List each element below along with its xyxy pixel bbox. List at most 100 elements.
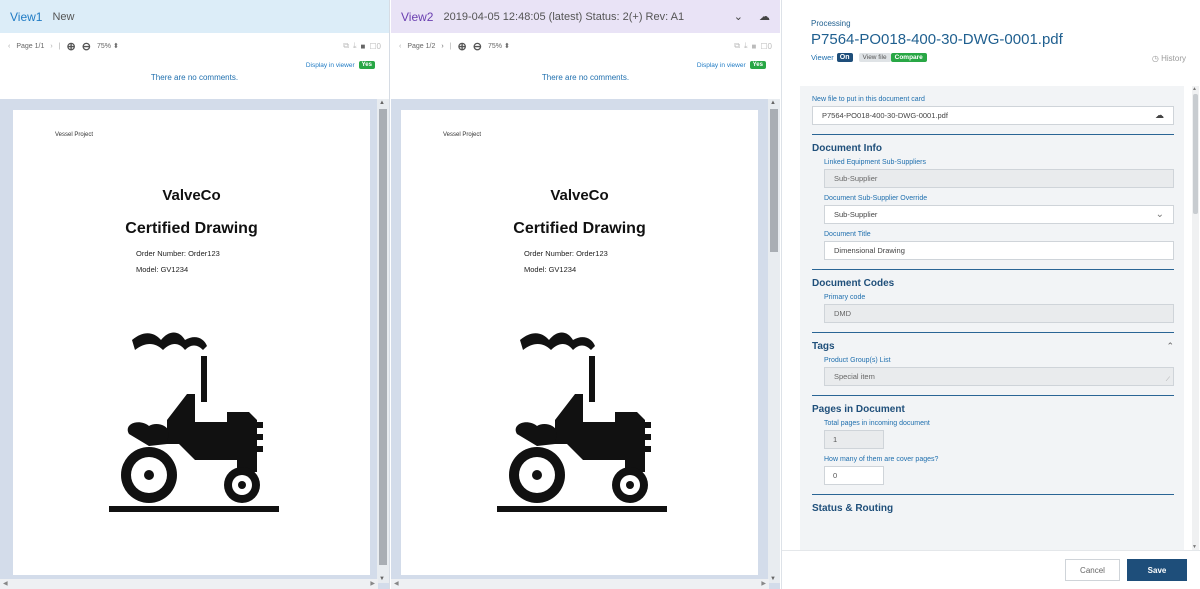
scroll-right-icon[interactable]: ▶	[761, 580, 766, 587]
total-pages-field: 1	[824, 430, 884, 449]
viewer-pane-1: View1 New ‹ Page 1/1 › | ⊕ ⊖ 75% ⬍ ⧉ ⤓ ■…	[0, 0, 390, 589]
zoom-in-icon[interactable]: ⊕	[67, 40, 76, 53]
primary-code-value: DMD	[834, 309, 852, 318]
document-filename: P7564-PO018-400-30-DWG-0001.pdf	[811, 31, 1063, 48]
scroll-up-icon[interactable]: ▲	[1192, 86, 1197, 92]
scrollbar-thumb[interactable]	[1193, 94, 1198, 214]
product-groups-value: Special item	[834, 372, 875, 381]
history-link[interactable]: ◷ History	[1152, 54, 1186, 63]
scroll-down-icon[interactable]: ▼	[770, 576, 776, 582]
form-vertical-scrollbar[interactable]: ▲ ▼	[1192, 86, 1199, 550]
display-in-viewer-label: Display in viewer	[696, 61, 746, 69]
view2-horizontal-scrollbar[interactable]: ◀ ▶	[391, 579, 769, 589]
view2-display-in-viewer: Display in viewer Yes	[391, 59, 780, 71]
document-title-label: Document Title	[824, 231, 871, 238]
section-divider	[812, 494, 1174, 495]
view1-title[interactable]: View1	[10, 10, 42, 24]
section-pages: Pages in Document	[812, 404, 905, 415]
tractor-icon	[109, 332, 279, 512]
view2-version-meta: 2019-04-05 12:48:05 (latest) Status: 2(+…	[443, 10, 685, 23]
scroll-up-icon[interactable]: ▲	[770, 100, 776, 106]
sub-supplier-override-select[interactable]: Sub-Supplier ⌄	[824, 205, 1174, 224]
linked-sub-suppliers-value: Sub-Supplier	[834, 174, 878, 183]
doc-heading: Certified Drawing	[513, 220, 646, 237]
view1-comments-empty: There are no comments.	[150, 73, 239, 82]
download-icon[interactable]: ⤓	[744, 41, 748, 51]
view1-vertical-scrollbar[interactable]: ▲ ▼	[377, 99, 389, 583]
scrollbar-thumb[interactable]	[379, 109, 387, 565]
chevron-up-icon[interactable]: ⌃	[1166, 341, 1174, 352]
prev-page-icon[interactable]: ‹	[8, 43, 10, 50]
view1-toolbar-actions: ⧉ ⤓ ■ ☐0	[339, 41, 381, 51]
sub-supplier-override-value: Sub-Supplier	[834, 210, 878, 219]
panel-header: Processing P7564-PO018-400-30-DWG-0001.p…	[782, 0, 1200, 77]
viewer-on-toggle[interactable]: On	[836, 53, 853, 62]
scroll-left-icon[interactable]: ◀	[394, 580, 399, 587]
view1-header: View1 New	[0, 0, 389, 33]
document-title-value: Dimensional Drawing	[834, 246, 905, 255]
display-in-viewer-label: Display in viewer	[305, 61, 355, 69]
cloud-upload-icon[interactable]: ☁	[1155, 110, 1164, 121]
view2-toolbar: ‹ Page 1/2 › | ⊕ ⊖ 75% ⬍ ⧉ ⤓ ■ ☐0	[391, 33, 780, 59]
cover-pages-value: 0	[833, 471, 838, 480]
zoom-out-icon[interactable]: ⊖	[82, 40, 91, 53]
view2-title[interactable]: View2	[401, 10, 433, 24]
section-divider	[812, 269, 1174, 270]
next-page-icon[interactable]: ›	[50, 43, 52, 50]
section-divider	[812, 134, 1174, 135]
doc-project-name: Vessel Project	[443, 132, 482, 138]
new-file-input[interactable]: P7564-PO018-400-30-DWG-0001.pdf ☁	[812, 106, 1174, 125]
document-title-input[interactable]: Dimensional Drawing	[824, 241, 1174, 260]
prev-page-icon[interactable]: ‹	[399, 43, 401, 50]
display-in-viewer-toggle[interactable]: Yes	[358, 61, 375, 69]
doc-order-number: Order Number: Order123	[136, 249, 220, 258]
doc-order-number: Order Number: Order123	[524, 249, 608, 258]
chevron-down-icon[interactable]: ⌄	[1156, 209, 1164, 220]
document-card-panel: Processing P7564-PO018-400-30-DWG-0001.p…	[781, 0, 1200, 589]
zoom-level-select[interactable]: 75% ⬍	[97, 42, 119, 50]
section-document-info: Document Info	[812, 143, 882, 154]
comment-count-icon[interactable]: ☐0	[369, 42, 381, 51]
scrollbar-thumb[interactable]	[770, 109, 778, 252]
stamp-icon[interactable]: ■	[361, 42, 366, 51]
linked-sub-suppliers-label: Linked Equipment Sub-Suppliers	[824, 159, 926, 166]
copy-icon[interactable]: ⧉	[343, 41, 349, 51]
tractor-icon	[497, 332, 667, 512]
section-tags: Tags ⌃	[812, 341, 1174, 352]
scroll-down-icon[interactable]: ▼	[379, 576, 385, 582]
toolbar-separator: |	[449, 42, 452, 50]
product-groups-field[interactable]: Special item ⟋	[824, 367, 1174, 386]
total-pages-label: Total pages in incoming document	[824, 420, 930, 427]
next-page-icon[interactable]: ›	[441, 43, 443, 50]
product-groups-label: Product Group(s) List	[824, 357, 891, 364]
cloud-upload-icon[interactable]: ☁	[759, 10, 770, 23]
new-file-label: New file to put in this document card	[812, 96, 925, 103]
zoom-level-select[interactable]: 75% ⬍	[488, 42, 510, 50]
scroll-right-icon[interactable]: ▶	[370, 580, 375, 587]
zoom-in-icon[interactable]: ⊕	[458, 40, 467, 53]
scroll-up-icon[interactable]: ▲	[379, 100, 385, 106]
cover-pages-input[interactable]: 0	[824, 466, 884, 485]
chevron-down-icon[interactable]: ⌄	[734, 10, 743, 23]
resize-grip-icon[interactable]: ⟋	[1166, 377, 1170, 384]
view2-toolbar-actions: ⧉ ⤓ ■ ☐0	[730, 41, 772, 51]
stamp-icon[interactable]: ■	[752, 42, 757, 51]
app-root: View1 New ‹ Page 1/1 › | ⊕ ⊖ 75% ⬍ ⧉ ⤓ ■…	[0, 0, 1200, 589]
total-pages-value: 1	[833, 435, 838, 444]
comment-count-icon[interactable]: ☐0	[760, 42, 772, 51]
cancel-button[interactable]: Cancel	[1065, 559, 1120, 581]
download-icon[interactable]: ⤓	[353, 41, 357, 51]
save-button[interactable]: Save	[1127, 559, 1187, 581]
scroll-left-icon[interactable]: ◀	[3, 580, 8, 587]
view1-horizontal-scrollbar[interactable]: ◀ ▶	[0, 579, 378, 589]
view-file-button[interactable]: View file	[858, 53, 891, 62]
primary-code-field: DMD	[824, 304, 1174, 323]
view2-vertical-scrollbar[interactable]: ▲ ▼	[768, 99, 780, 583]
compare-button[interactable]: Compare	[890, 53, 927, 62]
display-in-viewer-toggle[interactable]: Yes	[749, 61, 766, 69]
doc-company: ValveCo	[550, 187, 609, 204]
section-divider	[812, 332, 1174, 333]
zoom-out-icon[interactable]: ⊖	[473, 40, 482, 53]
copy-icon[interactable]: ⧉	[734, 41, 740, 51]
view2-header: View2 2019-04-05 12:48:05 (latest) Statu…	[391, 0, 780, 33]
